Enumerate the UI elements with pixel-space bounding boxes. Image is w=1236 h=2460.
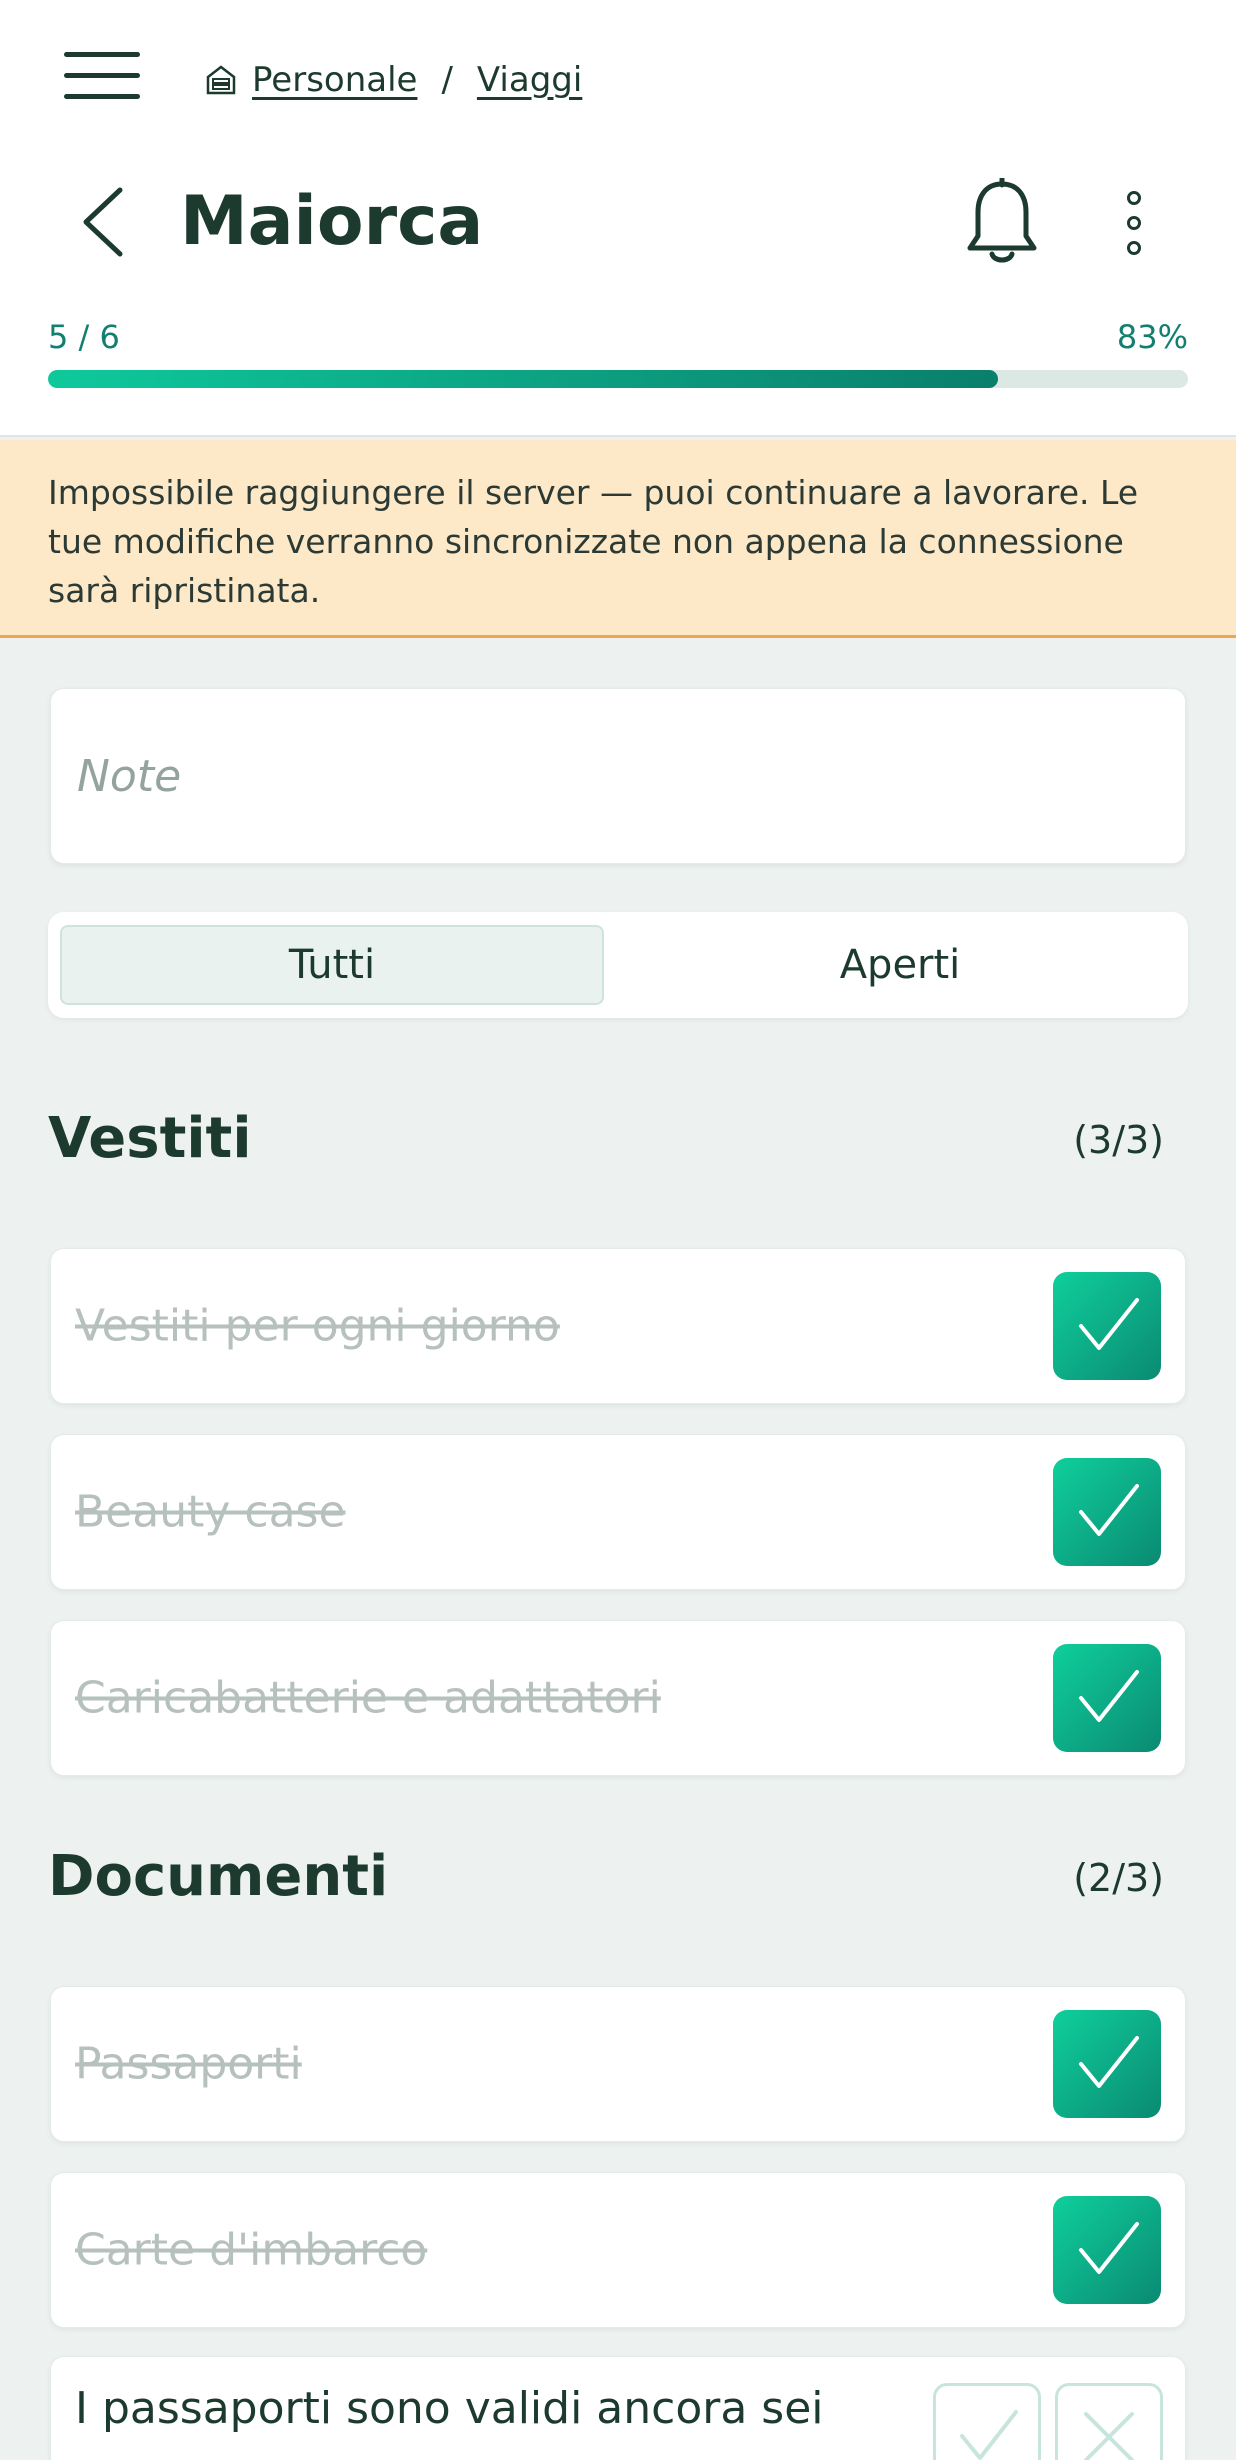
item-label: Beauty case <box>75 1486 346 1538</box>
item-label: I passaporti sono validi ancora sei <box>75 2383 824 2434</box>
item-checkbox[interactable] <box>1053 1644 1161 1752</box>
notes-field[interactable] <box>50 688 1186 864</box>
answer-no-button[interactable] <box>1055 2383 1163 2460</box>
section-title-documenti: Documenti <box>48 1844 389 1909</box>
checkmark-icon <box>1079 2222 1139 2274</box>
list-item: Passaporti <box>50 1986 1186 2142</box>
checkmark-icon <box>1079 2036 1139 2088</box>
close-icon <box>1084 2412 1134 2460</box>
list-item: Beauty case <box>50 1434 1186 1590</box>
progress-bar-fill <box>48 370 998 388</box>
list-item: Carte d'imbarco <box>50 2172 1186 2328</box>
filter-tab-all[interactable]: Tutti <box>60 925 604 1005</box>
list-item-question: I passaporti sono validi ancora sei <box>50 2356 1186 2460</box>
answer-yes-button[interactable] <box>933 2383 1041 2460</box>
breadcrumb-personale-link[interactable]: Personale <box>252 60 417 100</box>
list-item: Caricabatterie e adattatori <box>50 1620 1186 1776</box>
bell-icon[interactable] <box>964 178 1040 266</box>
notes-input[interactable] <box>77 750 1185 802</box>
breadcrumb-separator: / <box>441 60 453 100</box>
item-label: Caricabatterie e adattatori <box>75 1672 661 1724</box>
breadcrumb: Personale / Viaggi <box>204 56 582 104</box>
breadcrumb-viaggi-link[interactable]: Viaggi <box>477 60 582 100</box>
section-count-documenti: (2/3) <box>1073 1856 1164 1900</box>
item-label: Vestiti per ogni giorno <box>75 1300 560 1352</box>
item-checkbox[interactable] <box>1053 2196 1161 2304</box>
home-icon <box>206 65 236 95</box>
page-title: Maiorca <box>180 182 484 261</box>
item-checkbox[interactable] <box>1053 1458 1161 1566</box>
progress-percent: 83% <box>1116 318 1188 356</box>
filter-segmented-control: Tutti Aperti <box>48 912 1188 1018</box>
item-checkbox[interactable] <box>1053 1272 1161 1380</box>
checkmark-icon <box>960 2410 1018 2460</box>
chevron-left-icon[interactable] <box>78 184 128 260</box>
section-title-vestiti: Vestiti <box>48 1106 252 1171</box>
item-label: Passaporti <box>75 2038 302 2090</box>
top-bar: Personale / Viaggi Maiorca 5 / 6 83% <box>0 0 1236 437</box>
item-label: Carte d'imbarco <box>75 2224 428 2276</box>
progress-bar <box>48 370 1188 388</box>
progress-count: 5 / 6 <box>48 318 120 356</box>
hamburger-menu-icon[interactable] <box>64 52 140 100</box>
checkmark-icon <box>1079 1298 1139 1350</box>
filter-tab-open[interactable]: Aperti <box>628 925 1172 1005</box>
item-checkbox[interactable] <box>1053 2010 1161 2118</box>
checkmark-icon <box>1079 1670 1139 1722</box>
kebab-menu-icon[interactable] <box>1116 190 1152 256</box>
offline-banner: Impossibile raggiungere il server — puoi… <box>0 440 1236 638</box>
list-item: Vestiti per ogni giorno <box>50 1248 1186 1404</box>
section-count-vestiti: (3/3) <box>1073 1118 1164 1162</box>
checkmark-icon <box>1079 1484 1139 1536</box>
